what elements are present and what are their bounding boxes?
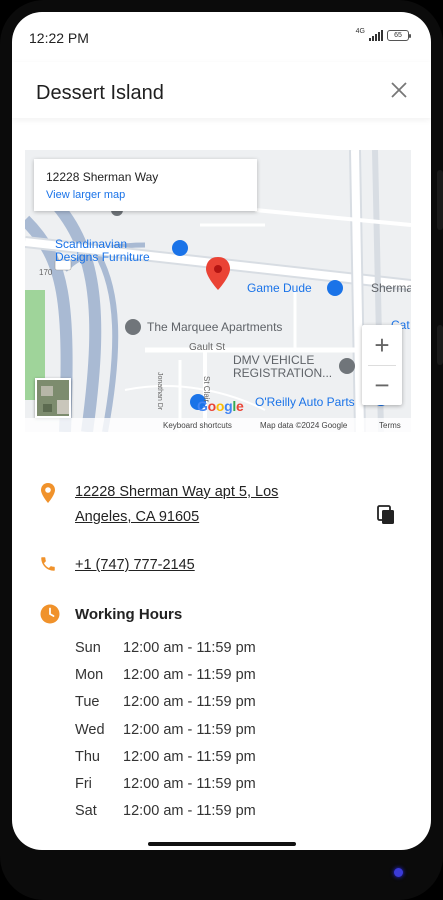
home-indicator[interactable] — [148, 842, 296, 846]
hours-day: Mon — [75, 667, 104, 684]
zoom-out-button[interactable]: − — [362, 365, 402, 405]
hours-time: 12:00 am - 11:59 pm — [123, 640, 256, 656]
hours-row: Tue 12:00 am - 11:59 pm — [75, 694, 256, 721]
view-larger-map-link[interactable]: View larger map — [46, 189, 125, 201]
hours-day: Thu — [75, 748, 100, 765]
address-line-2: Angeles, CA 91605 — [75, 509, 200, 525]
satellite-thumbnail[interactable] — [35, 378, 71, 418]
close-icon — [391, 82, 407, 98]
screen: 12:22 PM 4G 65 Dessert Island 12228 Sher… — [12, 12, 431, 850]
map-footer: Keyboard shortcuts Map data ©2024 Google… — [25, 418, 411, 432]
hours-time: 12:00 am - 11:59 pm — [123, 748, 256, 765]
keyboard-shortcuts-link[interactable]: Keyboard shortcuts — [163, 421, 232, 430]
phone-frame: 12:22 PM 4G 65 Dessert Island 12228 Sher… — [0, 0, 443, 900]
hours-day: Tue — [75, 694, 100, 711]
hours-row: Sat 12:00 am - 11:59 pm — [75, 803, 256, 830]
status-bar: 12:22 PM 4G 65 — [12, 12, 431, 62]
hours-day: Sun — [75, 640, 101, 656]
phone-icon — [41, 557, 55, 571]
poi-game-dude[interactable]: Game Dude — [247, 282, 312, 295]
location-icon — [41, 483, 55, 503]
battery-icon: 65 — [387, 30, 411, 41]
copy-address-button[interactable] — [377, 505, 397, 527]
hours-time: 12:00 am - 11:59 pm — [123, 803, 256, 820]
satellite-icon — [37, 380, 69, 416]
hours-time: 12:00 am - 11:59 pm — [123, 667, 256, 684]
indicator-light — [394, 868, 403, 877]
hours-list: Sun 12:00 am - 11:59 pm Mon 12:00 am - 1… — [75, 640, 256, 830]
poi-oreilly[interactable]: O'Reilly Auto Parts — [255, 396, 355, 409]
status-time: 12:22 PM — [29, 30, 89, 46]
hours-row: Wed 12:00 am - 11:59 pm — [75, 722, 256, 749]
hours-time: 12:00 am - 11:59 pm — [123, 775, 256, 792]
address-link[interactable]: 12228 Sherman Way apt 5, Los Angeles, CA… — [75, 480, 278, 530]
zoom-controls: + − — [362, 325, 402, 405]
map-card-address: 12228 Sherman Way — [46, 170, 159, 184]
map[interactable]: 12228 Sherman Way View larger map Scandi… — [25, 150, 411, 432]
hours-time: 12:00 am - 11:59 pm — [123, 721, 256, 738]
volume-button — [437, 325, 443, 365]
copy-icon — [377, 505, 394, 524]
hours-row: Fri 12:00 am - 11:59 pm — [75, 776, 256, 803]
close-button[interactable] — [385, 76, 413, 104]
poi-dmv[interactable]: DMV VEHICLE REGISTRATION... — [233, 354, 332, 380]
hours-row: Thu 12:00 am - 11:59 pm — [75, 749, 256, 776]
poi-sherman: Sherma — [371, 281, 411, 295]
signal-icon — [369, 30, 383, 41]
poi-scandinavian-designs[interactable]: Scandinavian Designs Furniture — [55, 238, 150, 264]
road-label-hwy: 170 — [39, 268, 53, 277]
power-button — [437, 170, 443, 230]
hours-day: Wed — [75, 721, 105, 738]
poi-marquee-apartments[interactable]: The Marquee Apartments — [147, 321, 282, 334]
road-label-jonathan: Jonathan Dr — [156, 372, 163, 411]
hours-row: Sun 12:00 am - 11:59 pm — [75, 640, 256, 667]
battery-label: 65 — [394, 32, 402, 39]
phone-link[interactable]: +1 (747) 777-2145 — [75, 553, 195, 578]
road-label-gault: Gault St — [189, 342, 226, 353]
map-data-label: Map data ©2024 Google — [260, 421, 348, 430]
working-hours-title: Working Hours — [75, 606, 183, 623]
network-label: 4G — [355, 28, 365, 35]
hours-time: 12:00 am - 11:59 pm — [123, 694, 256, 711]
google-logo: Google — [197, 398, 244, 414]
page-title: Dessert Island — [36, 82, 164, 104]
hours-day: Fri — [75, 775, 92, 792]
address-line-1: 12228 Sherman Way apt 5, Los — [75, 484, 279, 500]
header: Dessert Island — [12, 62, 431, 118]
map-address-card: 12228 Sherman Way View larger map — [34, 159, 257, 211]
status-icons: 4G 65 — [355, 28, 411, 41]
zoom-in-button[interactable]: + — [362, 325, 402, 365]
hours-day: Sat — [75, 803, 97, 820]
hours-row: Mon 12:00 am - 11:59 pm — [75, 667, 256, 694]
clock-icon — [40, 604, 60, 624]
terms-link[interactable]: Terms — [379, 421, 401, 430]
